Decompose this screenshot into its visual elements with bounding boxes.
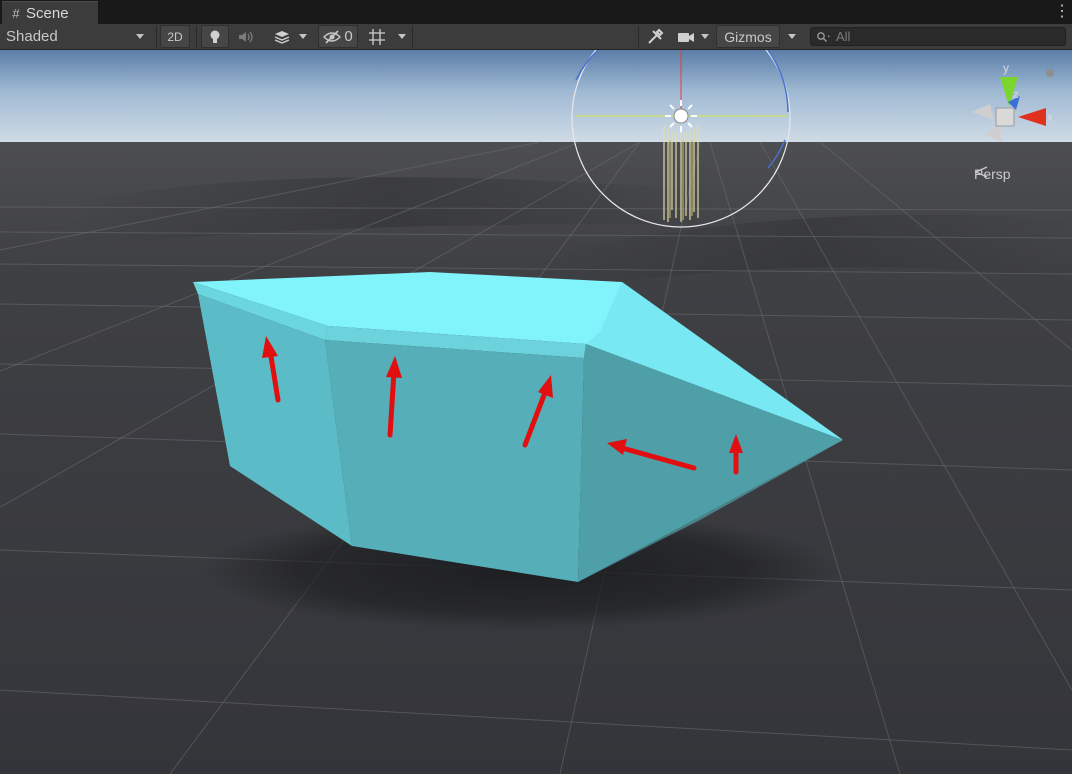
grid-dropdown[interactable] bbox=[362, 25, 412, 48]
divider bbox=[196, 26, 197, 47]
chevron-down-icon bbox=[788, 34, 796, 39]
camera-icon bbox=[678, 32, 694, 42]
y-axis-label: y bbox=[1003, 61, 1009, 75]
chevron-down-icon bbox=[299, 34, 307, 39]
divider bbox=[412, 26, 413, 47]
shading-mode-value: Shaded bbox=[6, 28, 58, 45]
chevron-down-icon bbox=[701, 34, 709, 39]
lightbulb-icon bbox=[210, 30, 220, 43]
camera-dropdown[interactable] bbox=[672, 25, 714, 48]
divider bbox=[638, 26, 639, 47]
shading-mode-dropdown[interactable]: Shaded bbox=[0, 25, 150, 48]
2d-label: 2D bbox=[167, 29, 183, 44]
skybox bbox=[0, 50, 1072, 142]
grid-icon: # bbox=[12, 5, 20, 21]
scene-window: # Scene ⋮ Shaded 2D 0 Gizmos All y z x P… bbox=[0, 0, 1072, 774]
lighting-toggle-button[interactable] bbox=[201, 25, 229, 48]
audio-toggle-button[interactable] bbox=[232, 25, 260, 48]
search-placeholder: All bbox=[836, 29, 851, 44]
z-axis-label: z bbox=[1013, 89, 1019, 101]
search-input[interactable]: All bbox=[810, 27, 1066, 46]
tools-button[interactable] bbox=[641, 25, 669, 48]
scene-viewport[interactable]: y z x Persp bbox=[0, 50, 1072, 774]
divider bbox=[156, 26, 157, 47]
tab-scene[interactable]: # Scene bbox=[2, 1, 98, 24]
chevron-down-icon bbox=[136, 34, 144, 39]
x-axis-label: x bbox=[1047, 110, 1053, 124]
scene-toolbar: Shaded 2D 0 Gizmos All bbox=[0, 24, 1072, 50]
speaker-icon bbox=[239, 31, 253, 42]
tab-bar: # Scene ⋮ bbox=[0, 0, 1072, 24]
2d-toggle-button[interactable]: 2D bbox=[160, 25, 190, 48]
chevron-down-icon bbox=[398, 34, 406, 39]
effects-dropdown[interactable] bbox=[264, 25, 316, 48]
more-options-icon[interactable]: ⋮ bbox=[1054, 3, 1070, 21]
projection-toggle[interactable]: Persp bbox=[974, 166, 1011, 182]
eye-slash-icon bbox=[323, 29, 342, 44]
perspective-icon bbox=[974, 166, 988, 178]
tab-label: Scene bbox=[26, 4, 69, 22]
gizmos-dropdown[interactable] bbox=[781, 25, 803, 48]
hidden-objects-toggle[interactable]: 0 bbox=[318, 25, 358, 48]
layers-icon bbox=[274, 30, 290, 44]
grid-snap-icon bbox=[369, 28, 385, 45]
gizmos-button[interactable]: Gizmos bbox=[716, 25, 780, 48]
center-cube bbox=[995, 107, 1015, 127]
scene-canvas: y z x bbox=[0, 50, 1072, 774]
tools-icon bbox=[648, 28, 664, 44]
mesh-face-center bbox=[325, 340, 584, 582]
search-icon bbox=[817, 31, 830, 42]
hidden-count: 0 bbox=[344, 28, 353, 45]
gizmos-label: Gizmos bbox=[724, 28, 772, 45]
